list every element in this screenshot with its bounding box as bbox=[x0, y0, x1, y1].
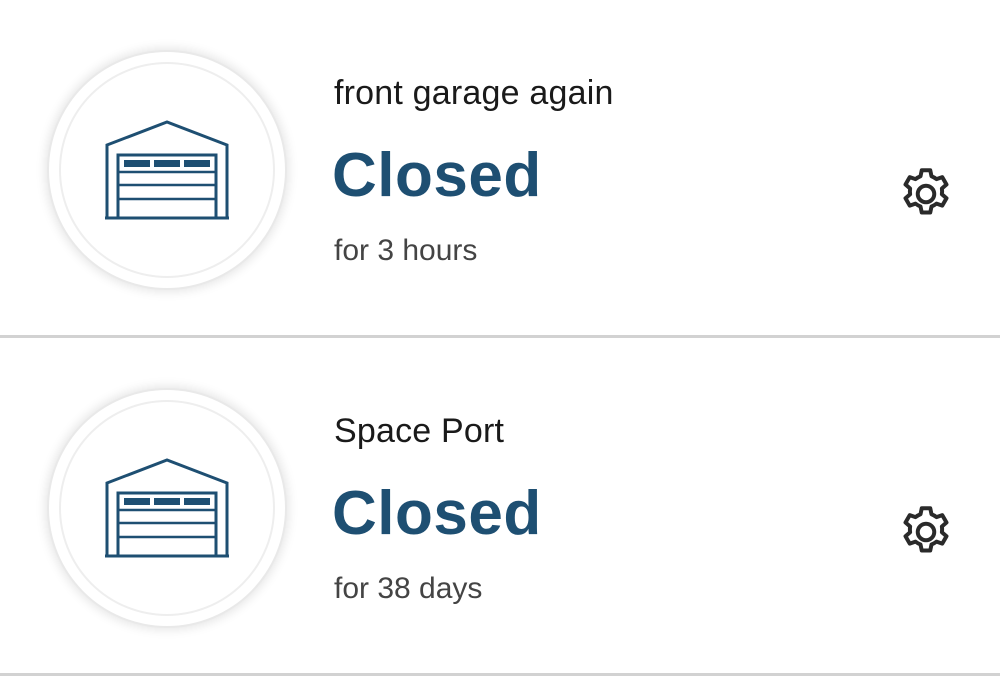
door-name: Space Port bbox=[334, 412, 505, 450]
settings-button[interactable] bbox=[896, 164, 956, 224]
gear-icon bbox=[903, 168, 949, 215]
door-name: front garage again bbox=[334, 74, 614, 112]
status-duration: for 3 hours bbox=[334, 234, 478, 267]
door-row[interactable]: front garage again Closed for 3 hours bbox=[0, 0, 1000, 338]
door-status: Closed bbox=[332, 479, 542, 548]
door-toggle-button[interactable] bbox=[49, 52, 285, 288]
status-duration: for 38 days bbox=[334, 572, 483, 605]
garage-door-icon bbox=[105, 458, 229, 558]
gear-icon bbox=[903, 506, 949, 553]
door-toggle-button[interactable] bbox=[49, 390, 285, 626]
door-row[interactable]: Space Port Closed for 38 days bbox=[0, 338, 1000, 676]
door-list: front garage again Closed for 3 hours Sp… bbox=[0, 0, 1000, 697]
door-status: Closed bbox=[332, 141, 542, 210]
settings-button[interactable] bbox=[896, 502, 956, 562]
garage-door-icon bbox=[105, 120, 229, 220]
